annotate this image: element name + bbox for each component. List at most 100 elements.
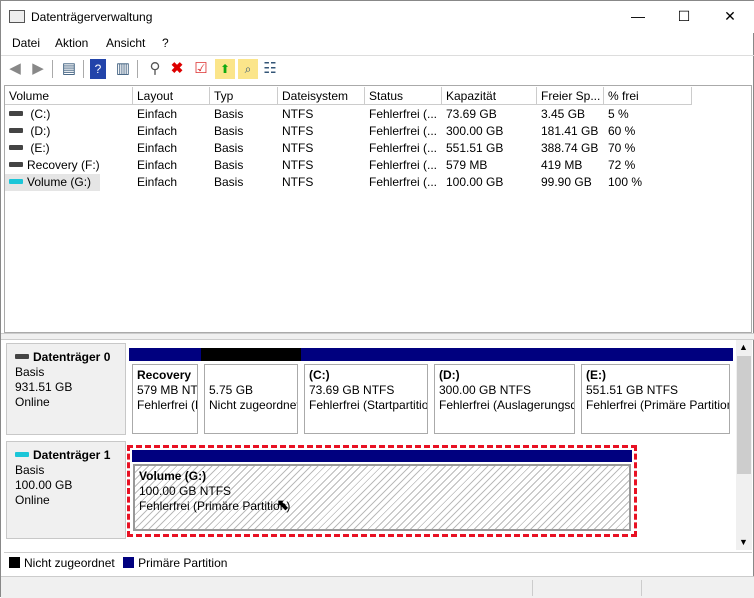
- console-tree-icon[interactable]: ▤: [59, 59, 79, 79]
- properties-icon[interactable]: ☑: [191, 59, 211, 79]
- table-cell[interactable]: NTFS: [278, 140, 365, 157]
- drive-icon: [9, 145, 23, 151]
- partition[interactable]: (C:) 73.69 GB NTFS Fehlerfrei (Startpart…: [301, 348, 431, 434]
- table-cell[interactable]: 3.45 GB: [537, 106, 604, 123]
- table-cell[interactable]: 551.51 GB: [442, 140, 537, 157]
- column-header[interactable]: Typ: [210, 87, 278, 105]
- table-cell[interactable]: NTFS: [278, 174, 365, 191]
- table-cell[interactable]: 100 %: [604, 174, 692, 191]
- table-row[interactable]: (C:): [5, 106, 100, 123]
- table-cell[interactable]: Einfach: [133, 157, 210, 174]
- table-cell[interactable]: Einfach: [133, 123, 210, 140]
- disk-label[interactable]: Datenträger 0 Basis 931.51 GB Online: [6, 343, 126, 435]
- column-header[interactable]: Layout: [133, 87, 210, 105]
- close-button[interactable]: ✕: [707, 1, 753, 33]
- table-cell[interactable]: Basis: [210, 123, 278, 140]
- partition[interactable]: Recovery 579 MB NTFS Fehlerfrei (Primäre…: [129, 348, 201, 434]
- table-cell[interactable]: 72 %: [604, 157, 692, 174]
- table-cell[interactable]: Fehlerfrei (...: [365, 123, 442, 140]
- table-cell[interactable]: Fehlerfrei (...: [365, 157, 442, 174]
- partition[interactable]: 5.75 GB Nicht zugeordnet: [201, 348, 301, 434]
- column-header[interactable]: % frei: [604, 87, 692, 105]
- table-row[interactable]: (E:): [5, 140, 100, 157]
- column-header[interactable]: Freier Sp...: [537, 87, 604, 105]
- scroll-up-icon[interactable]: ▲: [739, 342, 748, 352]
- table-cell[interactable]: 300.00 GB: [442, 123, 537, 140]
- table-cell[interactable]: Basis: [210, 106, 278, 123]
- table-row[interactable]: (D:): [5, 123, 100, 140]
- table-cell[interactable]: 73.69 GB: [442, 106, 537, 123]
- cell-free: 3.45 GB: [541, 107, 586, 121]
- table-cell[interactable]: Einfach: [133, 174, 210, 191]
- table-cell[interactable]: Fehlerfrei (...: [365, 106, 442, 123]
- cell-layout: Einfach: [137, 158, 178, 172]
- table-cell[interactable]: NTFS: [278, 106, 365, 123]
- cell-cap: 73.69 GB: [446, 107, 497, 121]
- checklist-icon[interactable]: ☷: [260, 59, 280, 79]
- partition-title: Volume (G:): [139, 469, 207, 483]
- table-cell[interactable]: 181.41 GB: [537, 123, 604, 140]
- table-cell[interactable]: 60 %: [604, 123, 692, 140]
- partition[interactable]: (D:) 300.00 GB NTFS Fehlerfrei (Auslager…: [431, 348, 578, 434]
- scroll-down-icon[interactable]: ▼: [739, 537, 748, 547]
- menu-aktion[interactable]: Aktion: [55, 36, 88, 50]
- table-cell[interactable]: 419 MB: [537, 157, 604, 174]
- column-header[interactable]: Volume: [5, 87, 133, 105]
- forward-icon[interactable]: ▶: [28, 59, 48, 79]
- menu-ansicht[interactable]: Ansicht: [106, 36, 145, 50]
- open-icon[interactable]: ⬆: [215, 59, 235, 79]
- disk-icon: [15, 452, 29, 458]
- table-cell[interactable]: 70 %: [604, 140, 692, 157]
- legend-swatch-unallocated: [9, 557, 20, 569]
- volume-name: (D:): [27, 124, 51, 138]
- partition[interactable]: (E:) 551.51 GB NTFS Fehlerfrei (Primäre …: [578, 348, 733, 434]
- help-icon[interactable]: ?: [90, 59, 106, 79]
- partition-selected[interactable]: Volume (G:) 100.00 GB NTFS Fehlerfrei (P…: [127, 445, 637, 537]
- menu-bar: Datei Aktion Ansicht ?: [1, 33, 754, 53]
- delete-icon[interactable]: ✖: [167, 59, 187, 79]
- table-cell[interactable]: Einfach: [133, 106, 210, 123]
- cell-fs: NTFS: [282, 141, 314, 155]
- vertical-scrollbar[interactable]: ▲ ▼: [736, 340, 752, 550]
- table-cell[interactable]: Basis: [210, 140, 278, 157]
- action-pane-icon[interactable]: ▥: [113, 59, 133, 79]
- table-cell[interactable]: 99.90 GB: [537, 174, 604, 191]
- table-cell[interactable]: Einfach: [133, 140, 210, 157]
- scroll-thumb[interactable]: [737, 356, 751, 474]
- disk-type: Basis: [15, 365, 45, 379]
- back-icon[interactable]: ◀: [5, 59, 25, 79]
- partition-title: Recovery: [137, 368, 192, 382]
- table-cell[interactable]: 388.74 GB: [537, 140, 604, 157]
- table-cell[interactable]: 579 MB: [442, 157, 537, 174]
- table-cell[interactable]: NTFS: [278, 123, 365, 140]
- table-cell[interactable]: 100.00 GB: [442, 174, 537, 191]
- disk-size: 931.51 GB: [15, 380, 73, 394]
- column-header[interactable]: Dateisystem: [278, 87, 365, 105]
- cell-typ: Basis: [214, 158, 244, 172]
- table-cell[interactable]: Fehlerfrei (...: [365, 174, 442, 191]
- cell-status: Fehlerfrei (...: [369, 158, 438, 172]
- cell-cap: 579 MB: [446, 158, 488, 172]
- table-cell[interactable]: Fehlerfrei (...: [365, 140, 442, 157]
- column-header[interactable]: Status: [365, 87, 442, 105]
- table-cell[interactable]: Basis: [210, 157, 278, 174]
- explore-icon[interactable]: ⌕: [238, 59, 258, 79]
- cell-free: 181.41 GB: [541, 124, 599, 138]
- pane-splitter[interactable]: [1, 333, 754, 340]
- column-header[interactable]: Kapazität: [442, 87, 537, 105]
- table-row[interactable]: Volume (G:): [5, 174, 100, 191]
- disk-label[interactable]: Datenträger 1 Basis 100.00 GB Online: [6, 441, 126, 539]
- minimize-button[interactable]: —: [615, 1, 661, 33]
- partition-info: Recovery 579 MB NTFS Fehlerfrei (Primäre…: [132, 364, 198, 434]
- table-row[interactable]: Recovery (F:): [5, 157, 100, 174]
- menu-help[interactable]: ?: [162, 36, 169, 50]
- table-cell[interactable]: Basis: [210, 174, 278, 191]
- table-cell[interactable]: NTFS: [278, 157, 365, 174]
- disk-name: Datenträger 0: [33, 350, 111, 364]
- connect-disk-icon[interactable]: ⚲: [145, 59, 165, 79]
- menu-datei[interactable]: Datei: [12, 36, 40, 50]
- cell-status: Fehlerfrei (...: [369, 124, 438, 138]
- table-cell[interactable]: 5 %: [604, 106, 692, 123]
- partition-bar: [129, 348, 201, 361]
- maximize-button[interactable]: ☐: [661, 1, 707, 33]
